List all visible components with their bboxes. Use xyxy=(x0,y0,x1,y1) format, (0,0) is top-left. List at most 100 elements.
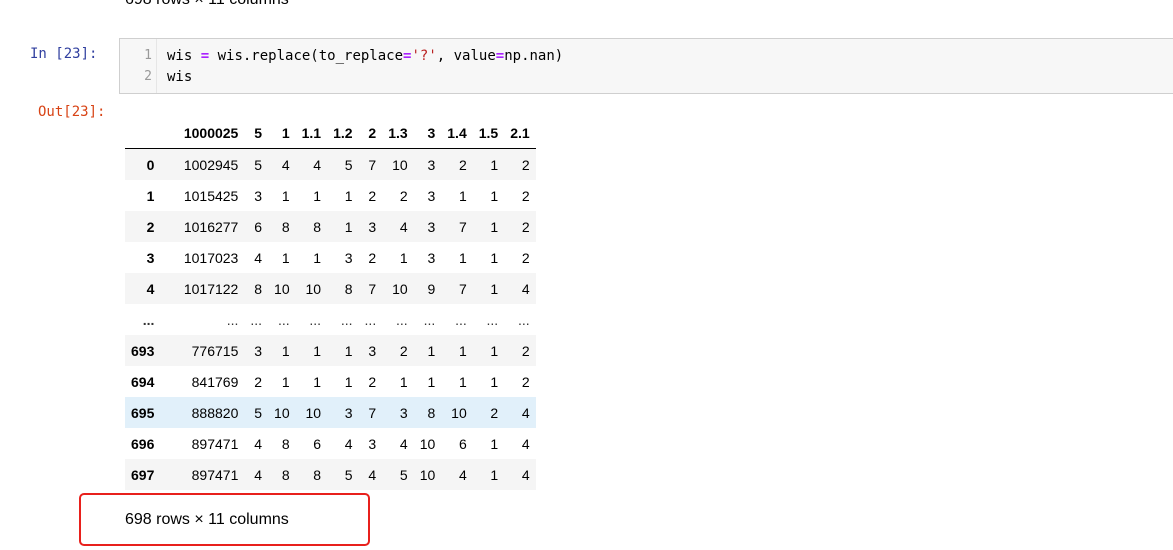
table-cell: 4 xyxy=(254,249,263,266)
table-cell: 1002945 xyxy=(183,156,239,173)
table-cell: 3 xyxy=(368,342,377,359)
table-cell: 3 xyxy=(254,187,263,204)
table-cell: 2 xyxy=(521,342,530,359)
table-cell: 4 xyxy=(344,435,353,452)
table-body: 0 1002945 5 4 4 5 7 10 3 2 1 2 1 1015425 3 1 1 1 2 2 3 1 1 2 2 10… xyxy=(125,148,536,490)
table-cell: 1 xyxy=(458,187,467,204)
table-cell: 4 xyxy=(399,435,408,452)
table-cell: 8 xyxy=(281,218,290,235)
table-cell: 10 xyxy=(419,435,436,452)
code-token: = xyxy=(200,48,210,64)
table-cell: 1 xyxy=(399,249,408,266)
table-cell: 10 xyxy=(392,280,408,297)
output-prompt: Out[23]: xyxy=(38,104,106,120)
line-number: 2 xyxy=(144,69,152,84)
table-cell: 10 xyxy=(274,280,290,297)
table-cell: 897471 xyxy=(191,466,239,483)
table-cell: 3 xyxy=(254,342,263,359)
table-cell: 5 xyxy=(254,404,263,421)
input-prompt: In [23]: xyxy=(30,46,98,62)
table-cell: 3 xyxy=(427,156,436,173)
table-cell: 4 xyxy=(399,218,408,235)
table-cell: 1 xyxy=(313,187,322,204)
table-cell: 1 xyxy=(313,373,322,390)
table-cell: 1 xyxy=(427,373,436,390)
code-token: , value xyxy=(436,48,496,64)
column-header: 2.1 xyxy=(504,117,536,149)
column-header: 1 xyxy=(268,117,296,149)
table-cell: 1 xyxy=(490,435,499,452)
table-cell: 776715 xyxy=(191,342,239,359)
table-cell: 10 xyxy=(419,466,436,483)
table-cell: ... xyxy=(396,311,408,328)
table-cell: 1015425 xyxy=(183,187,239,204)
table-cell: 1 xyxy=(344,373,353,390)
table-cell: 8 xyxy=(427,404,436,421)
table-row: 0 1002945 5 4 4 5 7 10 3 2 1 2 xyxy=(125,148,536,180)
table-cell: 8 xyxy=(281,466,290,483)
table-cell: 2 xyxy=(521,218,530,235)
table-cell: 3 xyxy=(344,404,353,421)
column-header: 1.1 xyxy=(295,117,328,149)
table-cell: 2 xyxy=(399,342,408,359)
code-token: '?' xyxy=(411,48,437,64)
table-cell: 4 xyxy=(368,466,377,483)
table-cell: 3 xyxy=(368,435,377,452)
table-cell: 4 xyxy=(521,280,530,297)
table-cell: 1 xyxy=(458,342,467,359)
code-token: wis xyxy=(167,69,193,85)
table-cell: 9 xyxy=(427,280,436,297)
code-cell-editor[interactable]: 1 2 wis = wis.replace(to_replace='?', va… xyxy=(119,38,1173,94)
table-cell: 2 xyxy=(458,156,467,173)
table-cell: 2 xyxy=(490,404,499,421)
table-cell: 6 xyxy=(458,435,467,452)
table-cell: 2 xyxy=(368,249,377,266)
table-cell: ... xyxy=(423,311,436,328)
column-header: 5 xyxy=(244,117,269,149)
table-cell: 8 xyxy=(281,435,290,452)
table-cell: 5 xyxy=(254,156,263,173)
table-cell: 10 xyxy=(305,404,322,421)
table-cell: 2 xyxy=(254,373,263,390)
row-index: 697 xyxy=(131,466,155,483)
table-row: .................................... xyxy=(125,304,536,335)
table-cell: ... xyxy=(364,311,377,328)
line-number: 1 xyxy=(144,48,152,63)
table-cell: 2 xyxy=(521,156,530,173)
table-cell: 7 xyxy=(458,280,467,297)
table-cell: 2 xyxy=(368,373,377,390)
table-cell: 1 xyxy=(344,187,353,204)
table-cell: 1 xyxy=(399,373,408,390)
table-cell: 2 xyxy=(399,187,408,204)
row-index: 696 xyxy=(131,435,155,452)
column-header: 1.3 xyxy=(382,117,414,149)
table-cell: 6 xyxy=(313,435,322,452)
table-cell: 6 xyxy=(254,218,263,235)
table-cell: 8 xyxy=(313,218,322,235)
table-cell: 3 xyxy=(344,249,353,266)
table-cell: 1 xyxy=(490,249,499,266)
table-cell: 5 xyxy=(399,466,408,483)
row-index: 694 xyxy=(131,373,155,390)
table-cell: 1 xyxy=(490,187,499,204)
table-cell: 4 xyxy=(521,404,530,421)
table-cell: 1016277 xyxy=(183,218,239,235)
table-header-row: 1000025 5 1 1.1 1.2 2 1.3 3 1.4 1.5 2.1 xyxy=(125,117,536,149)
table-row: 2 1016277 6 8 8 1 3 4 3 7 1 2 xyxy=(125,211,536,242)
row-index: 2 xyxy=(146,218,155,235)
dataframe-table: 1000025 5 1 1.1 1.2 2 1.3 3 1.4 1.5 2.1 0 1002945 5 4… xyxy=(125,117,536,490)
table-cell: ... xyxy=(518,311,530,328)
column-header: 1.5 xyxy=(472,117,505,149)
table-cell: 2 xyxy=(521,187,530,204)
table-cell: 8 xyxy=(344,280,353,297)
previous-output-summary: 698 rows × 11 columns xyxy=(125,0,289,9)
table-cell: 1 xyxy=(281,342,290,359)
table-cell: ... xyxy=(340,311,353,328)
table-cell: 3 xyxy=(368,218,377,235)
table-cell: ... xyxy=(455,311,467,328)
table-row: 3 1017023 4 1 1 3 2 1 3 1 1 2 xyxy=(125,242,536,273)
table-cell: 2 xyxy=(368,187,377,204)
table-cell: 7 xyxy=(368,156,377,173)
row-index: 695 xyxy=(131,404,155,421)
table-cell: 1 xyxy=(281,187,290,204)
